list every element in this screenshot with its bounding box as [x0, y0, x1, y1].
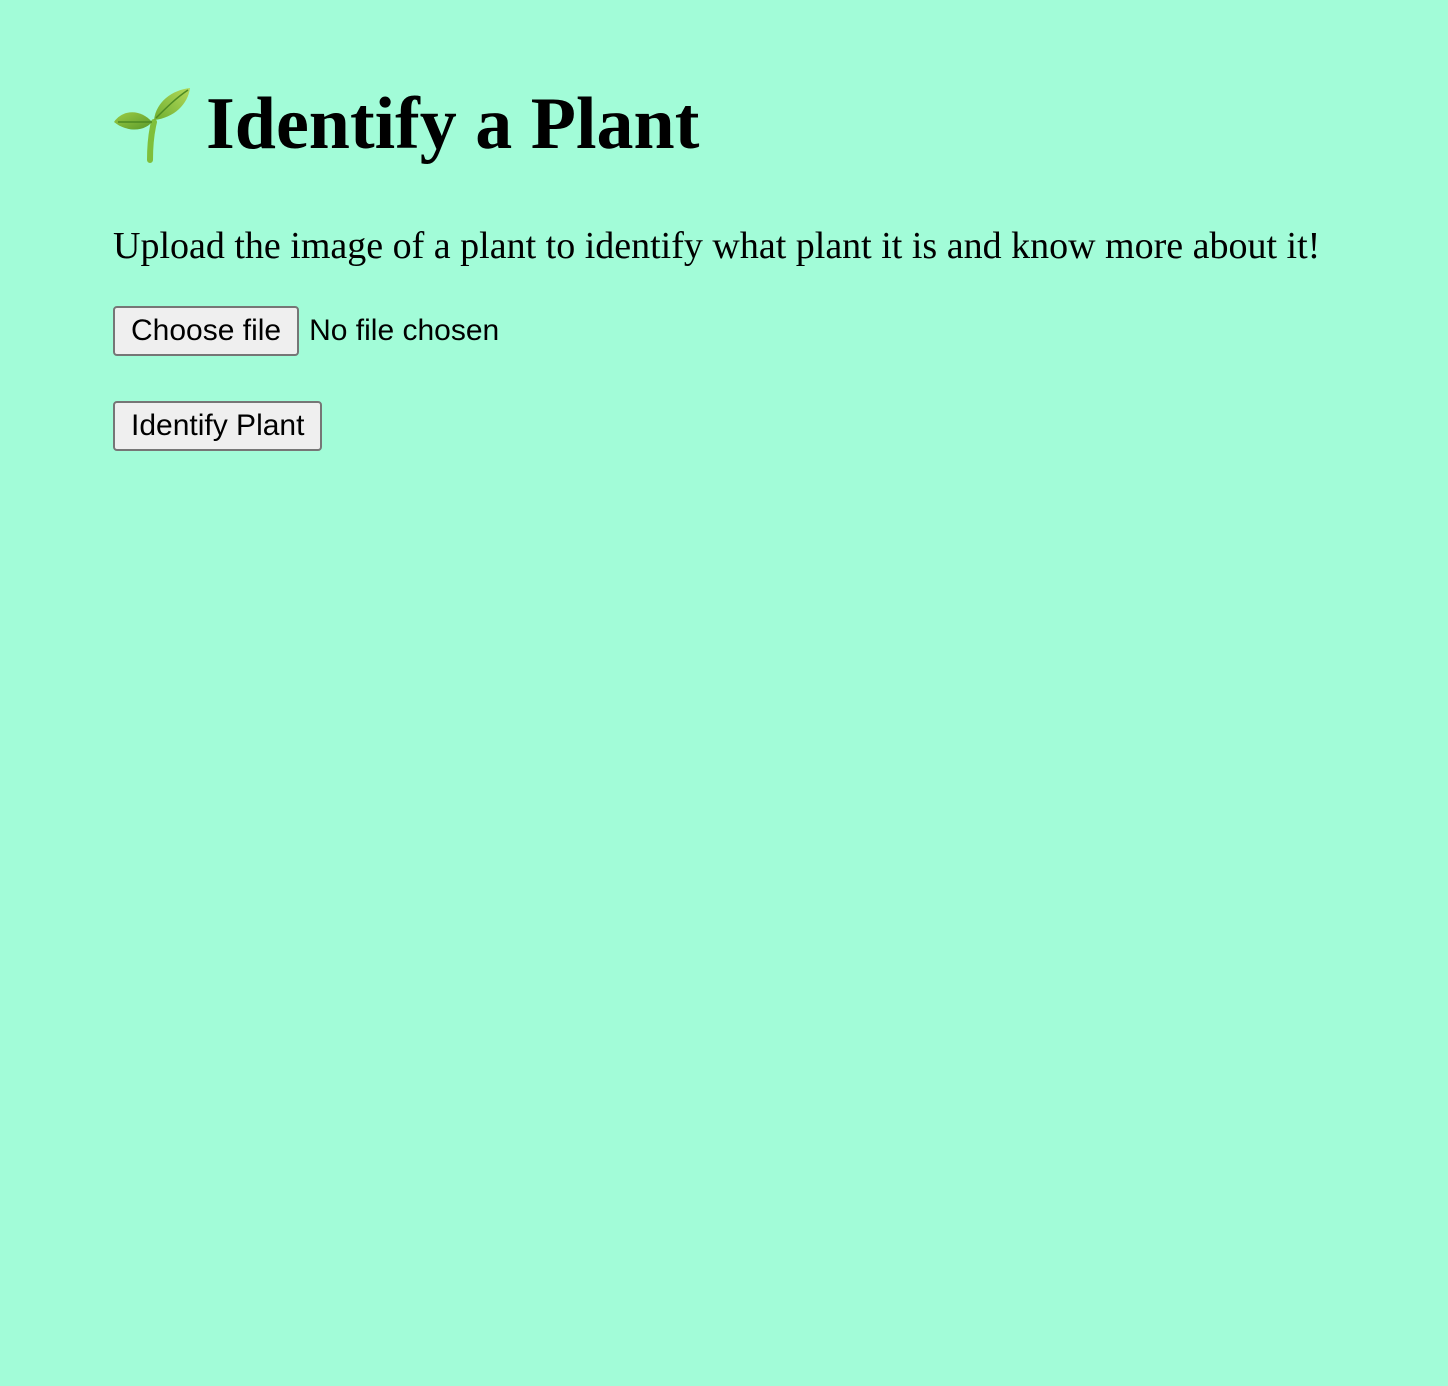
- page: Identify a Plant Upload the image of a p…: [0, 0, 1448, 1386]
- file-status-text: No file chosen: [309, 314, 500, 347]
- identify-plant-button[interactable]: Identify Plant: [113, 401, 323, 451]
- page-title: Identify a Plant: [206, 83, 700, 165]
- page-description: Upload the image of a plant to identify …: [113, 225, 1321, 267]
- file-upload: Choose file No file chosen: [113, 306, 499, 356]
- header: Identify a Plant: [110, 76, 699, 172]
- actions: Identify Plant: [113, 401, 323, 451]
- sprout-icon: [110, 82, 194, 166]
- choose-file-button[interactable]: Choose file: [113, 306, 300, 356]
